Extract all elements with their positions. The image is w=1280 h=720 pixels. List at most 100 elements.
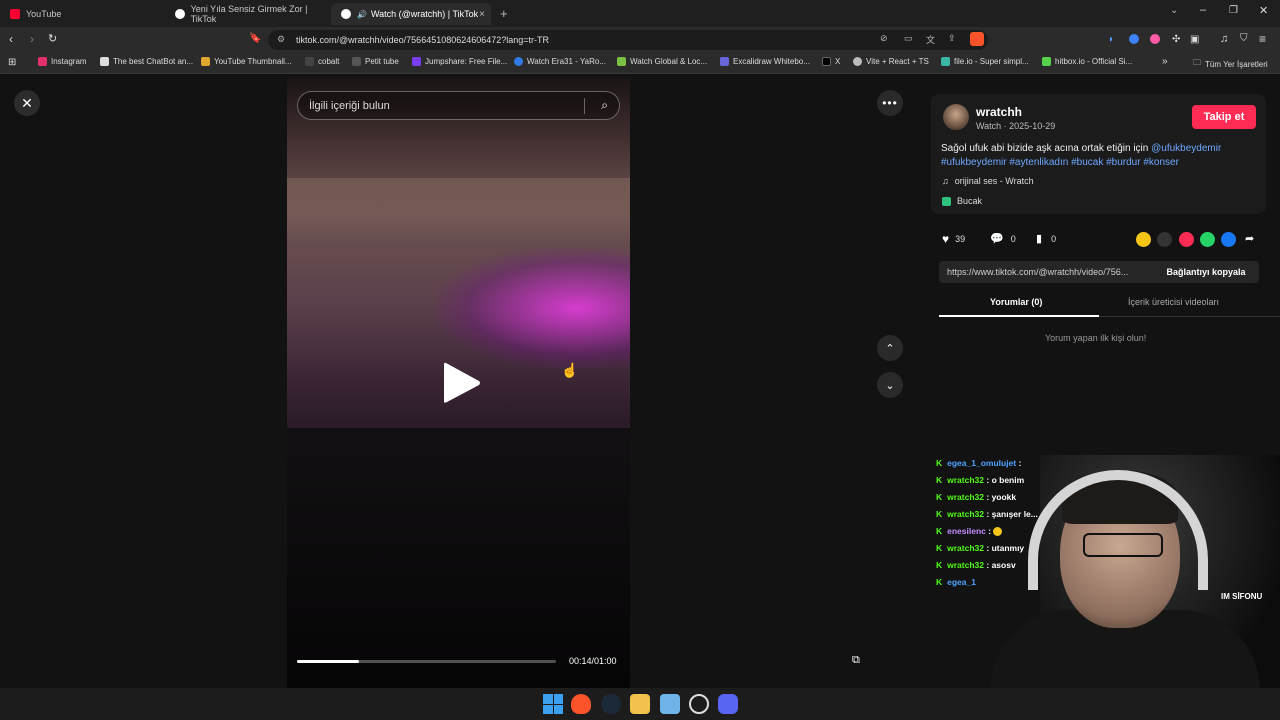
embed-icon[interactable] — [1157, 232, 1172, 247]
whatsapp-icon[interactable] — [1200, 232, 1215, 247]
caption-text: Sağol ufuk abi bizide aşk acına ortak et… — [941, 143, 1152, 154]
steam-icon[interactable] — [601, 694, 621, 714]
jumpshare-icon — [412, 57, 421, 66]
location-link[interactable]: Bucak — [942, 196, 982, 206]
cast-icon[interactable]: ▭ — [904, 33, 913, 44]
new-tab-button[interactable]: + — [500, 6, 508, 21]
search-placeholder: İlgili içeriği bulun — [309, 99, 390, 112]
bookmark-item[interactable]: YouTube Thumbnail... — [201, 57, 292, 66]
bookmark-item[interactable]: Jumpshare: Free File... — [412, 57, 507, 66]
restore-button[interactable]: ❐ — [1229, 5, 1238, 16]
chat-text: : o benim — [986, 475, 1025, 485]
bookmark-label: The best ChatBot an... — [113, 57, 194, 66]
reader-icon[interactable]: ⊘ — [880, 33, 888, 44]
facebook-icon[interactable] — [1221, 232, 1236, 247]
kick-icon: K — [936, 543, 943, 553]
bookmark-label: Jumpshare: Free File... — [425, 57, 508, 66]
send-icon[interactable] — [1179, 232, 1194, 247]
hashtag-links[interactable]: #ufukbeydemir #aytenlikadın #bucak #burd… — [941, 157, 1179, 168]
save-button[interactable]: ▮ 0 — [1036, 232, 1056, 245]
share-arrow-icon[interactable]: ➦ — [1245, 232, 1254, 245]
bookmark-item[interactable]: hitbox.io - Official Si... — [1042, 57, 1132, 66]
search-icon[interactable]: ⌕ — [601, 98, 608, 113]
apps-icon[interactable]: ⊞ — [8, 57, 16, 68]
video-scene-crowd — [287, 428, 630, 688]
discord-icon[interactable] — [718, 694, 738, 714]
photos-icon[interactable] — [660, 694, 680, 714]
bookmark-item[interactable]: Excalidraw Whitebo... — [720, 57, 810, 66]
bookmark-item[interactable]: file.io - Super simpl... — [941, 57, 1029, 66]
chat-message: Kwratch32 : şanışer le... — [936, 509, 1038, 519]
petit-tube-icon — [352, 57, 361, 66]
extensions-icon[interactable]: ✣ — [1172, 34, 1180, 45]
tiktok-icon — [341, 9, 351, 19]
close-video-button[interactable]: ✕ — [14, 90, 40, 116]
bookmark-item[interactable]: Watch Era31 - YaRo... — [514, 57, 606, 66]
chat-user: wratch32 — [947, 475, 984, 485]
wallet-icon[interactable]: ◗ — [1108, 34, 1114, 45]
author-username[interactable]: wratchh — [976, 105, 1022, 119]
bookmark-item[interactable]: X — [822, 57, 840, 66]
extension-icon[interactable] — [1129, 34, 1139, 44]
like-button[interactable]: ♥ 39 — [942, 232, 965, 246]
tab-tiktok-active[interactable]: 🔊 Watch (@wratchh) | TikTok × — [331, 3, 491, 25]
menu-icon[interactable]: ≡ — [1259, 32, 1266, 46]
bookmark-item[interactable]: Vite + React + TS — [853, 57, 929, 66]
brave-icon[interactable] — [571, 694, 591, 714]
more-options-button[interactable]: ••• — [877, 90, 903, 116]
reload-button[interactable]: ↻ — [48, 32, 57, 45]
copy-link-button[interactable]: Bağlantıyı kopyala — [1153, 261, 1259, 283]
bookmark-item[interactable]: cobalt — [305, 57, 339, 66]
chat-message: Kenesilenc : — [936, 526, 1003, 536]
sidebar-icon[interactable]: ▣ — [1190, 34, 1199, 45]
windows-start-icon[interactable] — [543, 694, 563, 714]
bookmark-item[interactable]: The best ChatBot an... — [100, 57, 193, 66]
mini-player-icon[interactable]: ⧉ — [852, 654, 860, 667]
minimize-button[interactable]: – — [1200, 4, 1206, 16]
tab-label: Watch (@wratchh) | TikTok — [370, 9, 479, 19]
vpn-icon[interactable]: ⛉ — [1240, 33, 1248, 44]
obs-icon[interactable] — [689, 694, 709, 714]
music-icon[interactable]: ♫ — [1220, 33, 1228, 45]
all-bookmarks[interactable]: 🗀 Tüm Yer İşaretleri — [1193, 57, 1268, 71]
repost-icon[interactable] — [1136, 232, 1151, 247]
play-button[interactable] — [442, 360, 482, 406]
bookmark-item[interactable]: Watch Global & Loc... — [617, 57, 707, 66]
back-button[interactable]: ‹ — [9, 32, 13, 46]
mention-link[interactable]: @ufukbeydemir — [1151, 143, 1221, 154]
tab-comments[interactable]: Yorumlar (0) — [990, 297, 1042, 307]
address-bar[interactable]: ⚙ tiktok.com/@wratchh/video/756645108062… — [268, 30, 988, 50]
tab-search-icon[interactable]: ⌄ — [1170, 5, 1178, 16]
file-explorer-icon[interactable] — [630, 694, 650, 714]
kick-icon: K — [936, 458, 943, 468]
extension-icon[interactable] — [1150, 34, 1160, 44]
more-bookmarks-icon[interactable]: » — [1162, 56, 1168, 67]
close-tab-icon[interactable]: × — [479, 9, 485, 20]
bookmark-item[interactable]: Instagram — [38, 57, 87, 66]
share-icon[interactable]: ⇪ — [948, 33, 956, 44]
search-input[interactable]: İlgili içeriği bulun ⌕ — [297, 91, 620, 120]
sound-link[interactable]: ♫ orijinal ses - Wratch — [942, 176, 1034, 186]
speaker-icon: 🔊 — [357, 9, 367, 19]
translate-icon[interactable]: 文 — [926, 33, 935, 46]
forward-button[interactable]: › — [30, 32, 34, 46]
video-scene-building — [287, 178, 630, 248]
overlay-text: IM SİFONU — [1221, 592, 1263, 601]
next-video-button[interactable]: ⌄ — [877, 372, 903, 398]
site-settings-icon[interactable]: ⚙ — [277, 34, 285, 45]
close-window-button[interactable]: ✕ — [1259, 4, 1268, 17]
tab-youtube[interactable]: YouTube — [0, 3, 165, 25]
bookmark-item[interactable]: Petit tube — [352, 57, 399, 66]
post-caption: Sağol ufuk abi bizide aşk acına ortak et… — [941, 142, 1261, 170]
comment-button[interactable]: 💬 0 — [990, 232, 1016, 245]
tab-creator-videos[interactable]: İçerik üreticisi videoları — [1128, 297, 1219, 307]
search-divider — [584, 98, 585, 114]
brave-shields-icon[interactable] — [970, 32, 984, 46]
progress-bar[interactable] — [297, 660, 556, 663]
previous-video-button[interactable]: ⌃ — [877, 335, 903, 361]
avatar[interactable] — [943, 104, 969, 130]
bookmark-icon[interactable]: 🔖 — [249, 33, 261, 44]
vite-icon — [853, 57, 862, 66]
follow-button[interactable]: Takip et — [1192, 105, 1256, 129]
tab-tiktok-1[interactable]: Yeni Yıla Sensiz Girmek Zor | TikTok — [165, 3, 330, 25]
